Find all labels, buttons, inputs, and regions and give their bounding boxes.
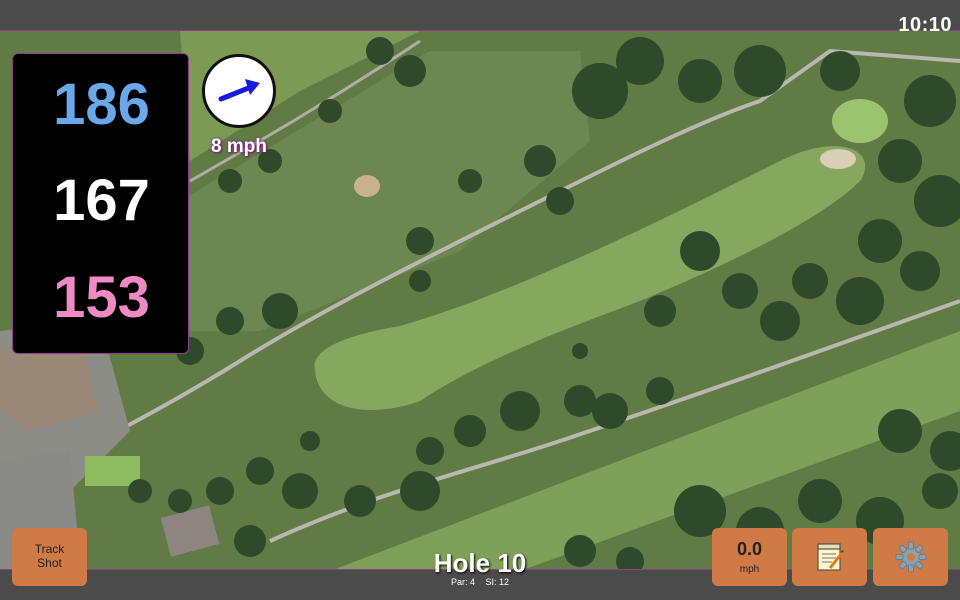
speed-unit: mph: [739, 564, 760, 575]
settings-button[interactable]: [873, 528, 948, 586]
wind-indicator: [202, 54, 276, 128]
top-status-bar: [0, 0, 960, 30]
front-distance: 153: [53, 265, 150, 330]
middle-distance: 167: [53, 168, 150, 233]
course-satellite-map[interactable]: 186 167 153 8 mph: [0, 30, 960, 570]
greenside-bunker: [820, 149, 856, 169]
hole-stroke-index: SI: 12: [485, 577, 510, 587]
speed-button[interactable]: 0.0 mph: [712, 528, 787, 586]
range-bunker: [354, 175, 380, 197]
back-distance: 186: [53, 72, 150, 137]
hole-meta: Par: 4 SI: 12: [380, 577, 580, 587]
wind-speed-label: 8 mph: [211, 136, 267, 157]
clock: 10:10: [898, 14, 952, 36]
wind-direction-arrow-icon: [218, 79, 260, 102]
gear-icon: [895, 541, 926, 573]
putting-green: [832, 99, 888, 143]
track-shot-label-line1: Track: [34, 542, 65, 557]
notes-button[interactable]: [792, 528, 867, 586]
hole-par: Par: 4: [450, 577, 475, 587]
speed-value: 0.0: [736, 539, 763, 559]
distance-panel: 186 167 153: [12, 53, 189, 354]
notepad-icon: [816, 543, 844, 571]
track-shot-button[interactable]: Track Shot: [12, 528, 87, 586]
hole-title: Hole 10: [433, 548, 527, 578]
track-shot-label-line2: Shot: [37, 556, 62, 570]
